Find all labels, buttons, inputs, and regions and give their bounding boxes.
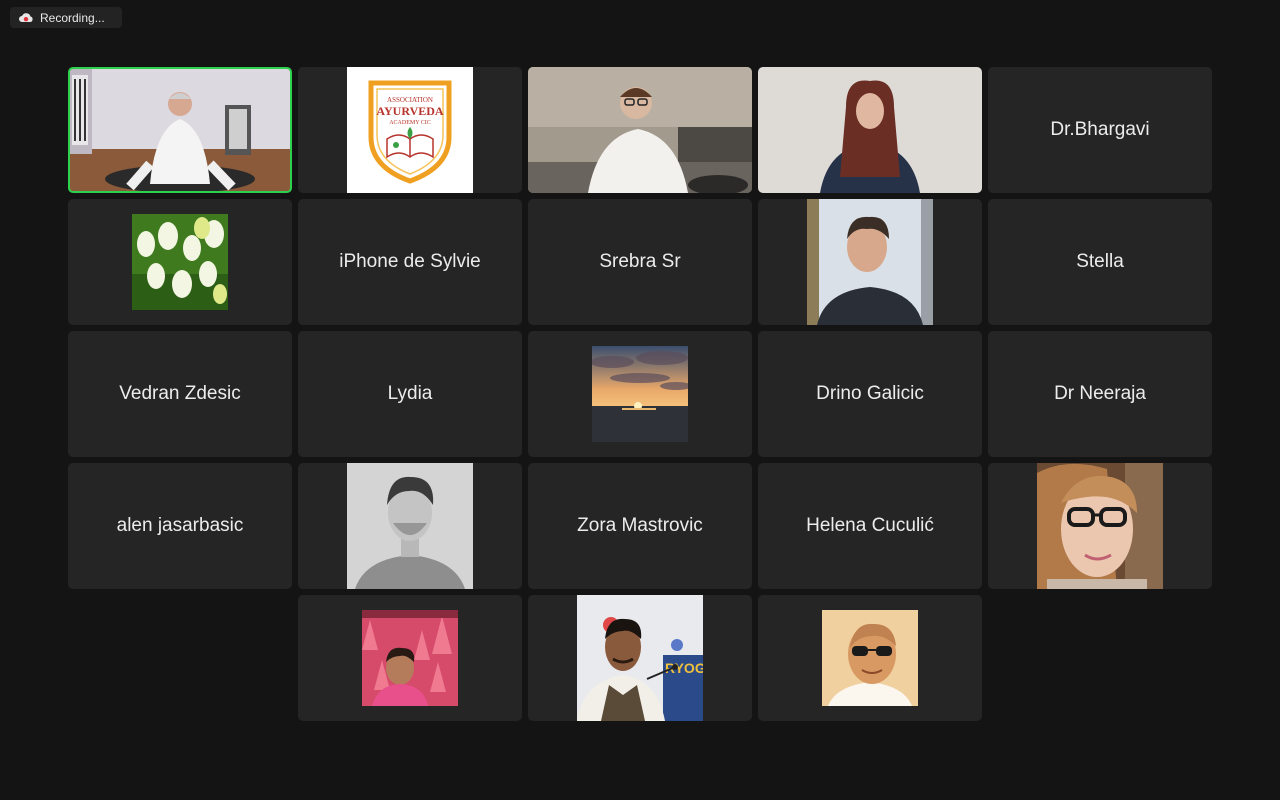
avatar-speaker: RYOG [577, 595, 703, 721]
ayurveda-academy-logo: ASSOCIATION AYURVEDA ACADEMY CIC [347, 67, 473, 193]
participant-tile-drino-galicic[interactable]: Drino Galicic [758, 331, 982, 457]
participant-name: Drino Galicic [816, 383, 924, 404]
participant-name: Lydia [387, 383, 433, 404]
participant-tile-alen-jasarbasic[interactable]: alen jasarbasic [68, 463, 292, 589]
video-feed-instructor [70, 69, 290, 191]
participant-name: Stella [1076, 251, 1124, 272]
participant-tile-stella[interactable]: Stella [988, 199, 1212, 325]
participant-tile-instructor[interactable] [68, 67, 292, 193]
participant-tile-ayurveda[interactable]: ASSOCIATION AYURVEDA ACADEMY CIC [298, 67, 522, 193]
participant-tile-woman-pink[interactable] [298, 595, 522, 721]
participant-tile-woman-redhair[interactable] [758, 67, 982, 193]
svg-text:ACADEMY CIC: ACADEMY CIC [389, 120, 431, 126]
participant-tile-dr-bhargavi[interactable]: Dr.Bhargavi [988, 67, 1212, 193]
participant-tile-man-sunglasses[interactable] [758, 595, 982, 721]
participant-name: Zora Mastrovic [577, 515, 703, 536]
participant-tile-woman-glasses[interactable] [988, 463, 1212, 589]
avatar-bw-man [347, 463, 473, 589]
avatar-woman-glasses [1037, 463, 1163, 589]
participant-tile-bw-man[interactable] [298, 463, 522, 589]
participant-tile-tulips[interactable] [68, 199, 292, 325]
participant-tile-speaker[interactable]: RYOG [528, 595, 752, 721]
participant-name: alen jasarbasic [116, 515, 244, 536]
participant-tile-iphone-de-sylvie[interactable]: iPhone de Sylvie [298, 199, 522, 325]
participant-name: Srebra Sr [599, 251, 681, 272]
gallery-grid: ASSOCIATION AYURVEDA ACADEMY CIC Dr.Bhar… [0, 0, 1280, 800]
participant-tile-vedran-zdesic[interactable]: Vedran Zdesic [68, 331, 292, 457]
video-feed-man-glasses [528, 67, 752, 193]
avatar-woman-pink [362, 610, 458, 706]
participant-tile-man-portrait[interactable] [758, 199, 982, 325]
avatar-tulips [132, 214, 228, 310]
participant-tile-helena-cuculic[interactable]: Helena Cuculić [758, 463, 982, 589]
participant-tile-srebra-sr[interactable]: Srebra Sr [528, 199, 752, 325]
participant-tile-lydia[interactable]: Lydia [298, 331, 522, 457]
participant-name: Vedran Zdesic [119, 383, 241, 404]
participant-tile-zora-mastrovic[interactable]: Zora Mastrovic [528, 463, 752, 589]
participant-name: Dr.Bhargavi [1050, 119, 1150, 140]
participant-tile-sunset[interactable] [528, 331, 752, 457]
participant-tile-man-glasses[interactable] [528, 67, 752, 193]
svg-text:ASSOCIATION: ASSOCIATION [387, 96, 433, 104]
avatar-man-sunglasses [822, 610, 918, 706]
participant-name: Helena Cuculić [806, 515, 934, 536]
svg-text:AYURVEDA: AYURVEDA [376, 104, 443, 118]
participant-name: Dr Neeraja [1054, 383, 1146, 404]
participant-name: iPhone de Sylvie [339, 251, 481, 272]
video-feed-woman-redhair [758, 67, 982, 193]
participant-tile-dr-neeraja[interactable]: Dr Neeraja [988, 331, 1212, 457]
avatar-sunset [592, 346, 688, 442]
video-feed-man-portrait [807, 199, 933, 325]
